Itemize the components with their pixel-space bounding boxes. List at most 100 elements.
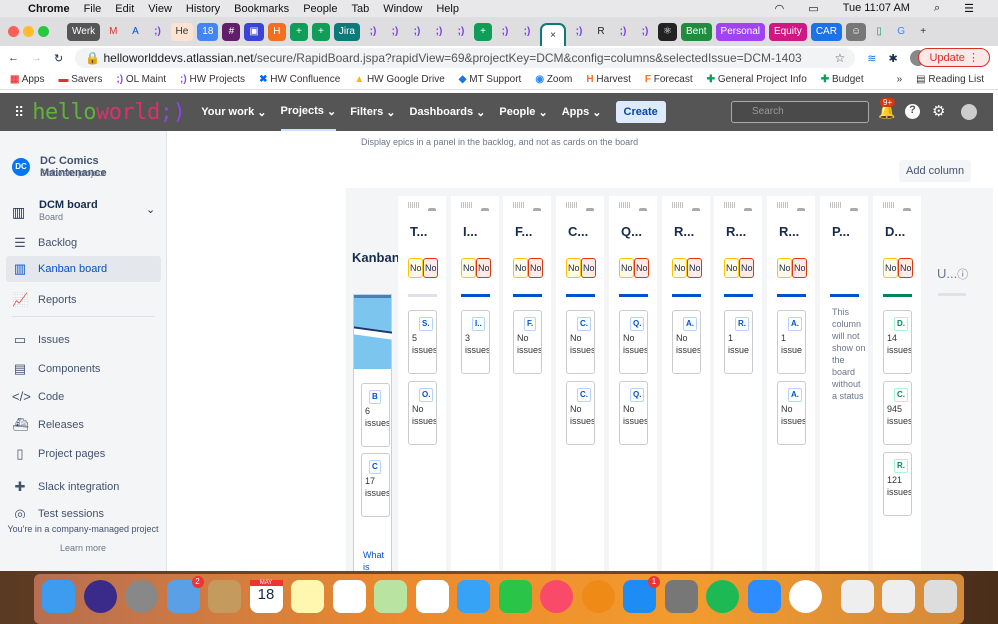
board-selector[interactable]: DCM board xyxy=(39,199,98,211)
drag-handle-icon[interactable] xyxy=(566,202,578,208)
status-column[interactable]: C... No No C. No issues C. No issues xyxy=(556,196,604,571)
column-title[interactable]: Q... xyxy=(621,224,642,239)
notes-icon[interactable] xyxy=(291,580,324,613)
browser-tab[interactable]: ;) xyxy=(570,23,588,41)
nav-projects[interactable]: Projects ⌄ xyxy=(280,93,337,131)
drag-handle-icon[interactable] xyxy=(724,202,736,208)
browser-tab[interactable]: × xyxy=(540,22,566,47)
url-field[interactable]: 🔒 helloworlddevs.atlassian.net/secure/Ra… xyxy=(75,48,856,68)
column-title[interactable]: D... xyxy=(885,224,905,239)
collapse-icon[interactable] xyxy=(586,208,594,211)
collapse-icon[interactable] xyxy=(797,208,805,211)
mail-icon[interactable]: 2 xyxy=(166,576,204,613)
nav-people[interactable]: People ⌄ xyxy=(499,93,547,131)
calendar-icon[interactable]: MAY 18 xyxy=(249,580,283,613)
status-card[interactable]: R. 121 issues xyxy=(883,452,912,516)
status-card[interactable]: Q. No issues xyxy=(619,310,648,374)
sidebar-item-reports[interactable]: 📈 Reports xyxy=(12,292,77,308)
column-title[interactable]: R... xyxy=(674,224,694,239)
menu-bookmarks[interactable]: Bookmarks xyxy=(234,3,289,15)
collapse-icon[interactable] xyxy=(692,208,700,211)
menu-list-icon[interactable]: ☰ xyxy=(964,2,974,15)
nav-your-work[interactable]: Your work ⌄ xyxy=(201,93,266,131)
status-card[interactable]: A. No issues xyxy=(777,381,806,445)
status-card[interactable]: R. 1 issue xyxy=(724,310,753,374)
nav-apps[interactable]: Apps ⌄ xyxy=(562,93,602,131)
bookmark-item[interactable]: ◆ MT Support xyxy=(459,74,522,85)
nav-dashboards[interactable]: Dashboards ⌄ xyxy=(410,93,486,131)
browser-tab[interactable]: R xyxy=(592,23,610,41)
siri-icon[interactable] xyxy=(83,580,117,613)
document-icon[interactable] xyxy=(882,580,915,613)
chrome-icon[interactable] xyxy=(789,580,822,613)
column-title[interactable]: C... xyxy=(568,224,588,239)
status-card[interactable]: D. 14 issues xyxy=(883,310,912,374)
menu-help[interactable]: Help xyxy=(436,3,459,15)
browser-tab[interactable]: ;) xyxy=(149,23,167,41)
menu-chrome[interactable]: Chrome xyxy=(28,3,70,15)
menu-people[interactable]: People xyxy=(303,3,337,15)
browser-tab[interactable]: He xyxy=(170,22,194,41)
browser-tab[interactable]: Personal xyxy=(715,22,766,41)
status-column[interactable]: F... No No F. No issues xyxy=(503,196,551,571)
messages-icon[interactable] xyxy=(457,580,490,613)
sidebar-item-project-pages[interactable]: ▯ Project pages xyxy=(12,446,105,462)
reminders-icon[interactable] xyxy=(332,580,366,613)
max-limit-badge[interactable]: No xyxy=(792,258,807,278)
zoom-window-button[interactable] xyxy=(38,26,49,37)
learn-more-link[interactable]: Learn more xyxy=(0,543,166,553)
books-icon[interactable] xyxy=(581,580,615,613)
sidebar-item-code[interactable]: </> Code xyxy=(12,389,64,404)
update-button[interactable]: Update ⋮ xyxy=(918,48,990,67)
max-limit-badge[interactable]: No xyxy=(528,258,543,278)
help-icon[interactable]: ? xyxy=(905,104,920,119)
max-limit-badge[interactable]: No xyxy=(898,258,913,278)
browser-tab[interactable]: Jira xyxy=(333,22,360,41)
system-preferences-icon[interactable] xyxy=(664,580,698,613)
minimize-window-button[interactable] xyxy=(23,26,34,37)
menu-edit[interactable]: Edit xyxy=(115,3,134,15)
sidebar-item-issues[interactable]: ▭ Issues xyxy=(12,332,70,348)
status-column[interactable]: R... No No A. 1 issue A. No issues xyxy=(767,196,815,571)
add-column-button[interactable]: Add column xyxy=(899,160,972,182)
bookmark-item[interactable]: ✚ Budget xyxy=(821,74,864,85)
status-card[interactable]: C. No issues xyxy=(566,310,595,374)
drag-handle-icon[interactable] xyxy=(619,202,631,208)
browser-tab[interactable]: ;) xyxy=(452,23,470,41)
status-column[interactable]: Q... No No Q. No issues Q. No issues xyxy=(609,196,657,571)
back-icon[interactable]: ← xyxy=(8,52,19,64)
min-limit-badge[interactable]: No xyxy=(408,258,423,278)
sidebar-item-backlog[interactable]: ☰ Backlog xyxy=(12,235,77,251)
browser-tab[interactable]: ;) xyxy=(518,23,536,41)
browser-tab[interactable]: M xyxy=(104,23,122,41)
status-card[interactable]: I.. 3 issues xyxy=(461,310,490,374)
browser-tab[interactable]: ▯ xyxy=(870,23,888,41)
spotlight-icon[interactable]: ⌕ xyxy=(934,2,940,15)
collapse-icon[interactable] xyxy=(428,208,436,211)
spotify-icon[interactable] xyxy=(706,580,739,613)
backlog-card[interactable]: C 17 issues xyxy=(361,453,390,517)
browser-tab[interactable]: Bent xyxy=(680,22,712,41)
settings-icon[interactable]: ⚙ xyxy=(932,102,945,120)
help-icon[interactable]: ⓘ xyxy=(957,269,968,281)
menu-history[interactable]: History xyxy=(186,3,220,15)
bookmark-item[interactable]: ◉ Zoom xyxy=(535,74,572,85)
browser-tab[interactable]: Werk xyxy=(67,22,101,41)
status-card[interactable]: Q. No issues xyxy=(619,381,648,445)
browser-tab[interactable]: ;) xyxy=(364,23,382,41)
zoom-icon[interactable] xyxy=(747,580,781,613)
browser-tab[interactable]: + xyxy=(289,22,308,41)
drag-handle-icon[interactable] xyxy=(672,202,684,208)
browser-tab[interactable]: + xyxy=(474,22,492,41)
column-title[interactable]: T... xyxy=(410,224,427,239)
max-limit-badge[interactable]: No xyxy=(581,258,596,278)
more-bookmarks-icon[interactable]: » xyxy=(897,74,903,85)
document-icon[interactable] xyxy=(840,580,874,613)
menu-tab[interactable]: Tab xyxy=(351,3,369,15)
battery-icon[interactable]: ▭ xyxy=(808,2,818,15)
min-limit-badge[interactable]: No xyxy=(461,258,476,278)
browser-tab[interactable]: ;) xyxy=(386,23,404,41)
collapse-icon[interactable] xyxy=(481,208,489,211)
contacts-icon[interactable] xyxy=(208,580,241,613)
status-column[interactable]: R... No No R. 1 issue xyxy=(714,196,762,571)
